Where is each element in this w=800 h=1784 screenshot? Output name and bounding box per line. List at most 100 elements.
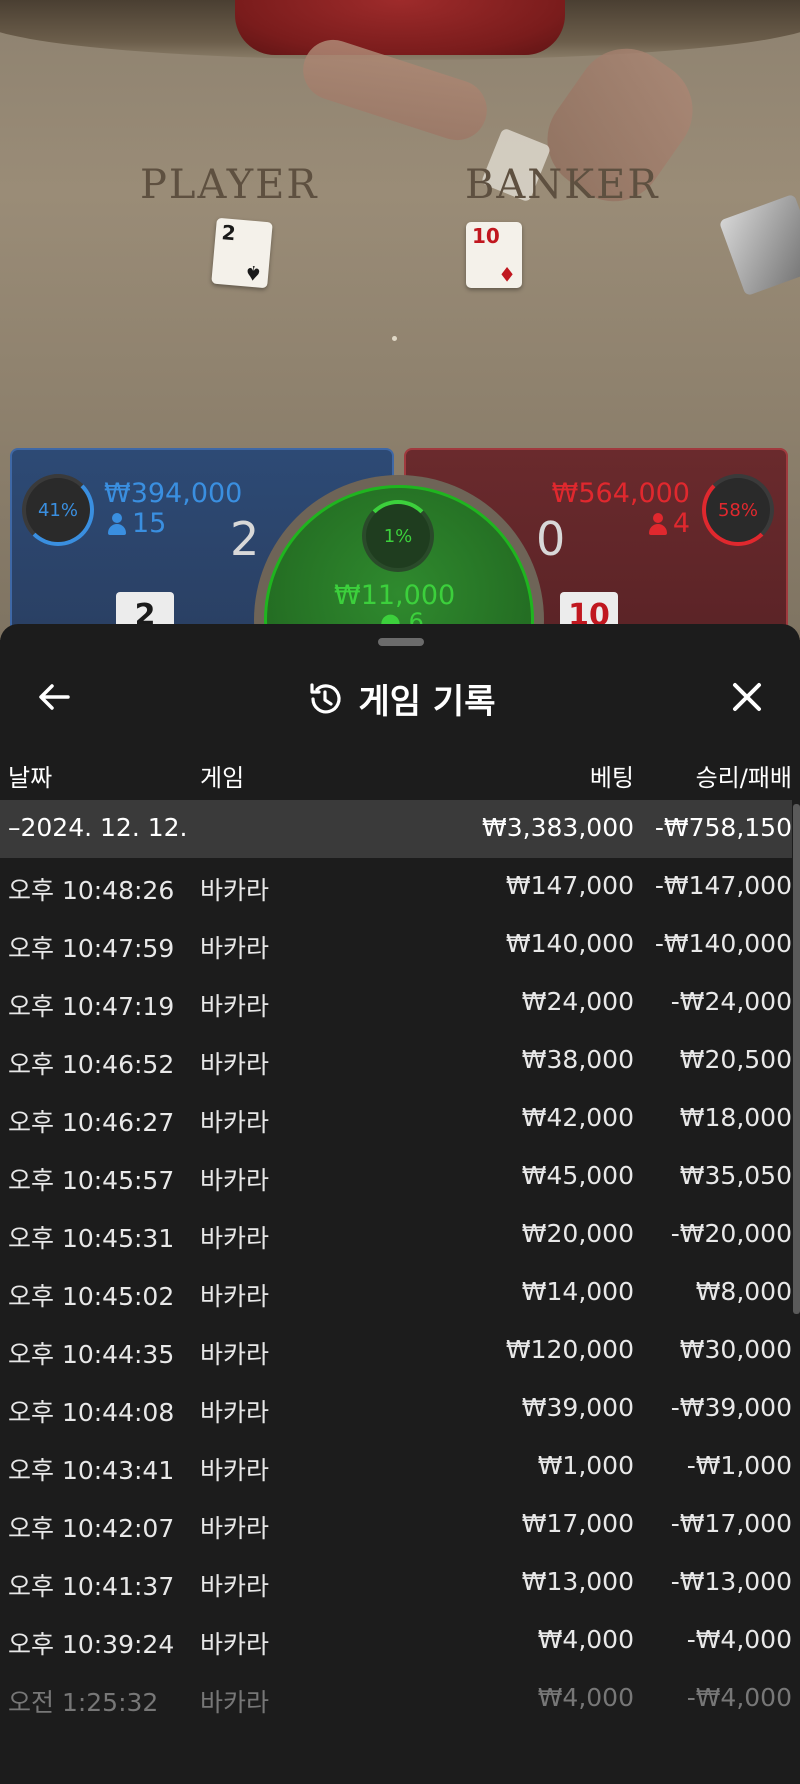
player-bettor-number: 15 (132, 508, 167, 539)
row-game: 바카라 (200, 934, 270, 963)
history-row[interactable]: 오후 10:46:52 바카라 ₩38,000 ₩20,500 (0, 1032, 792, 1090)
row-win-loss: -₩20,000 (670, 1219, 792, 1248)
history-row[interactable]: 오후 10:45:02 바카라 ₩14,000 ₩8,000 (0, 1264, 792, 1322)
history-icon (309, 682, 341, 713)
row-bet: ₩147,000 (505, 871, 634, 900)
card-shoe (718, 193, 800, 297)
player-card-suit: ♠ (243, 260, 264, 286)
row-bet: ₩45,000 (521, 1161, 634, 1190)
row-bet: ₩4,000 (537, 1683, 634, 1712)
banker-percent: 58% (717, 499, 758, 521)
row-time: 오후 10:39:24 (8, 1630, 175, 1659)
row-game: 바카라 (200, 876, 270, 905)
row-win-loss: ₩35,050 (679, 1161, 792, 1190)
row-win-loss: ₩8,000 (695, 1277, 792, 1306)
player-bettor-count: 15 (108, 508, 166, 539)
table-banker-label: BANKER (465, 162, 660, 208)
game-history-sheet: 게임 기록 날짜 게임 베팅 승리/패배 –2024. 12. 12. ₩3,3… (0, 624, 800, 1784)
history-rows: 오후 10:48:26 바카라 ₩147,000 -₩147,000 오후 10:47:… (0, 858, 792, 1728)
row-time: 오후 10:48:26 (8, 876, 175, 905)
row-game: 바카라 (200, 1398, 270, 1427)
banker-card-suit: ♦ (498, 262, 516, 286)
row-bet: ₩39,000 (521, 1393, 634, 1422)
column-win-loss: 승리/패배 (695, 764, 792, 792)
row-game: 바카라 (200, 1282, 270, 1311)
row-game: 바카라 (200, 1514, 270, 1543)
tie-percent: 1% (383, 525, 413, 547)
day-bet-total: ₩3,383,000 (482, 813, 634, 842)
row-bet: ₩14,000 (521, 1277, 634, 1306)
history-row[interactable]: 오후 10:39:24 바카라 ₩4,000 -₩4,000 (0, 1612, 792, 1670)
row-game: 바카라 (200, 1166, 270, 1195)
row-bet: ₩17,000 (521, 1509, 634, 1538)
player-card-rank: 2 (220, 220, 237, 246)
row-win-loss: -₩24,000 (670, 987, 792, 1016)
day-summary-row[interactable]: –2024. 12. 12. ₩3,383,000 -₩758,150 (0, 800, 792, 858)
player-score: 2 (230, 512, 260, 566)
row-game: 바카라 (200, 1050, 270, 1079)
history-row[interactable]: 오전 1:25:32 바카라 ₩4,000 -₩4,000 (0, 1670, 792, 1728)
column-date: 날짜 (8, 764, 53, 792)
player-percent-ring: 41% (22, 474, 94, 546)
row-bet: ₩24,000 (521, 987, 634, 1016)
history-row[interactable]: 오후 10:44:08 바카라 ₩39,000 -₩39,000 (0, 1380, 792, 1438)
row-bet: ₩140,000 (505, 929, 634, 958)
sheet-header: 게임 기록 (0, 664, 800, 728)
history-row[interactable]: 오후 10:42:07 바카라 ₩17,000 -₩17,000 (0, 1496, 792, 1554)
player-percent: 41% (37, 499, 78, 521)
row-win-loss: -₩140,000 (654, 929, 792, 958)
table-marker (392, 336, 397, 341)
row-time: 오후 10:47:59 (8, 934, 175, 963)
tie-bet-total: ₩11,000 (334, 580, 456, 611)
row-time: 오후 10:47:19 (8, 992, 175, 1021)
row-time: 오후 10:46:52 (8, 1050, 175, 1079)
sheet-drag-handle[interactable] (378, 638, 424, 646)
row-win-loss: -₩1,000 (686, 1451, 792, 1480)
history-row[interactable]: 오후 10:47:59 바카라 ₩140,000 -₩140,000 (0, 916, 792, 974)
row-game: 바카라 (200, 1630, 270, 1659)
history-column-headers: 날짜 게임 베팅 승리/패배 (0, 752, 800, 796)
history-row[interactable]: 오후 10:43:41 바카라 ₩1,000 -₩1,000 (0, 1438, 792, 1496)
history-row[interactable]: 오후 10:47:19 바카라 ₩24,000 -₩24,000 (0, 974, 792, 1032)
history-row[interactable]: 오후 10:44:35 바카라 ₩120,000 ₩30,000 (0, 1322, 792, 1380)
day-win-loss: -₩758,150 (654, 813, 792, 842)
history-row[interactable]: 오후 10:41:37 바카라 ₩13,000 -₩13,000 (0, 1554, 792, 1612)
dealer (235, 0, 565, 55)
row-game: 바카라 (200, 1224, 270, 1253)
banker-bettor-number: 4 (672, 508, 690, 539)
row-game: 바카라 (200, 992, 270, 1021)
column-bet: 베팅 (589, 764, 634, 792)
row-time: 오후 10:43:41 (8, 1456, 175, 1485)
banker-bettor-count: 4 (648, 508, 690, 539)
close-icon (733, 683, 761, 711)
history-scrollbar[interactable] (793, 804, 800, 1314)
column-game: 게임 (200, 764, 245, 792)
row-game: 바카라 (200, 1340, 270, 1369)
table-player-label: PLAYER (140, 162, 319, 208)
row-bet: ₩120,000 (505, 1335, 634, 1364)
row-bet: ₩20,000 (521, 1219, 634, 1248)
row-win-loss: -₩147,000 (654, 871, 792, 900)
row-bet: ₩1,000 (537, 1451, 634, 1480)
banker-dealt-card: 10 ♦ (466, 222, 522, 288)
row-time: 오후 10:41:37 (8, 1572, 175, 1601)
banker-bet-total: ₩564,000 (551, 478, 690, 509)
row-time: 오후 10:45:02 (8, 1282, 175, 1311)
close-button[interactable] (722, 672, 772, 722)
row-game: 바카라 (200, 1456, 270, 1485)
row-bet: ₩38,000 (521, 1045, 634, 1074)
history-row[interactable]: 오후 10:46:27 바카라 ₩42,000 ₩18,000 (0, 1090, 792, 1148)
row-win-loss: -₩39,000 (670, 1393, 792, 1422)
row-time: 오전 1:25:32 (8, 1688, 159, 1717)
row-game: 바카라 (200, 1688, 270, 1717)
banker-score: 0 (536, 512, 566, 566)
person-icon (648, 512, 667, 535)
row-win-loss: ₩18,000 (679, 1103, 792, 1132)
history-row[interactable]: 오후 10:45:57 바카라 ₩45,000 ₩35,050 (0, 1148, 792, 1206)
day-date: –2024. 12. 12. (8, 813, 188, 842)
row-win-loss: -₩4,000 (686, 1683, 792, 1712)
history-list: –2024. 12. 12. ₩3,383,000 -₩758,150 오후 1… (0, 800, 792, 1728)
row-time: 오후 10:45:31 (8, 1224, 175, 1253)
history-row[interactable]: 오후 10:45:31 바카라 ₩20,000 -₩20,000 (0, 1206, 792, 1264)
history-row[interactable]: 오후 10:48:26 바카라 ₩147,000 -₩147,000 (0, 858, 792, 916)
